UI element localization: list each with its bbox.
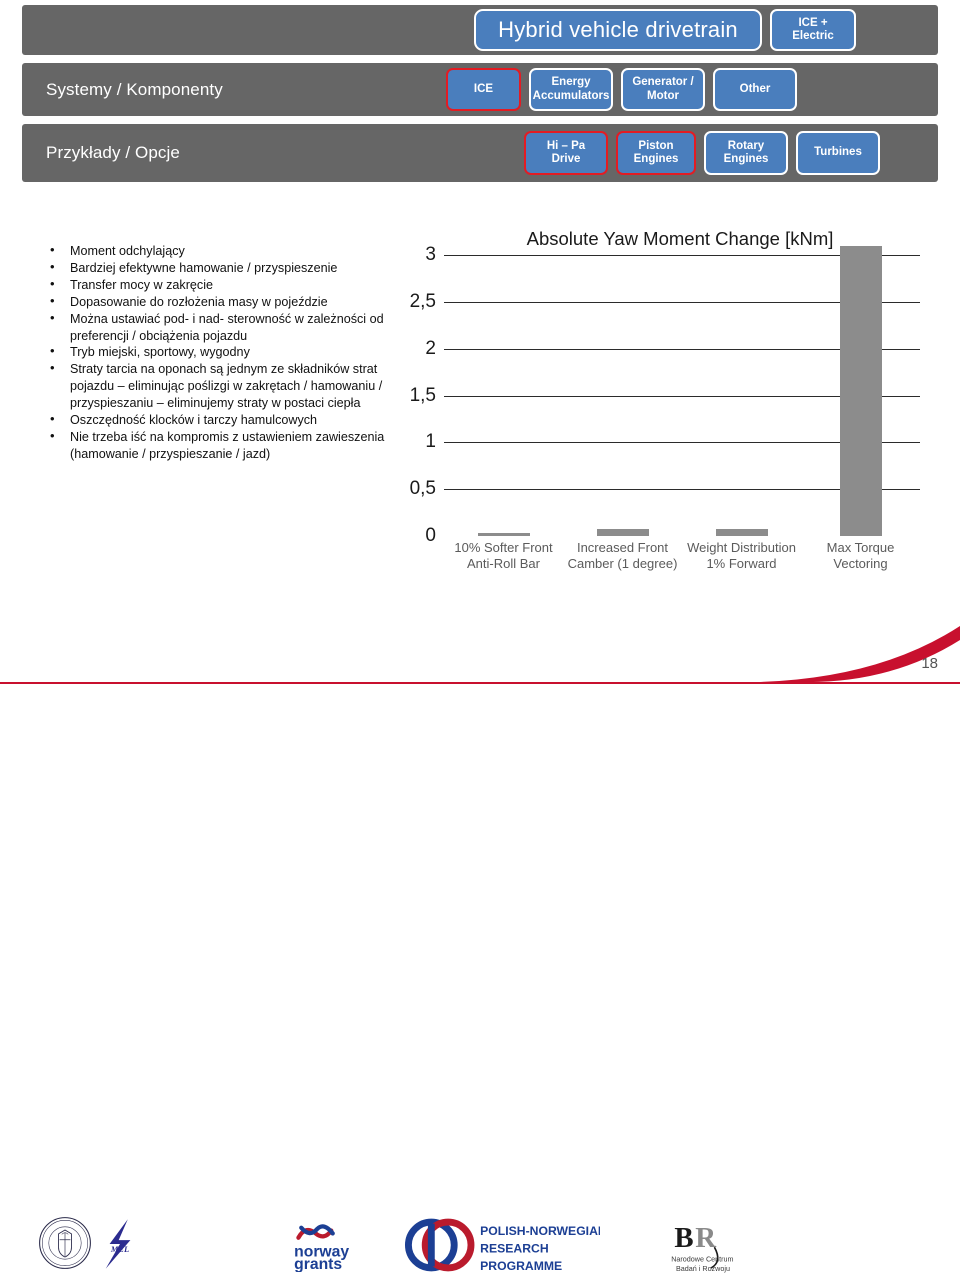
chip-other[interactable]: Other (713, 68, 797, 111)
university-seal-logo (39, 1217, 91, 1269)
chart-bar (839, 246, 882, 536)
bullet-item: Oszczędność klocków i tarczy hamulcowych (46, 411, 424, 429)
nav-row-2-label: Systemy / Komponenty (46, 79, 223, 99)
ncbr-mark-r: R (695, 1222, 717, 1254)
chart-x-label: Max Torque Vectoring (826, 540, 895, 571)
chip-ice-plus-electric-label: ICE + Electric (792, 16, 834, 42)
chip-rotary-engines-label: Rotary Engines (723, 139, 769, 165)
chart-plot-area: 3 2,5 2 1,5 1 0,5 0 (410, 244, 920, 546)
ncbr-mark-b: B (674, 1222, 693, 1254)
chart-y-tick-label: 1 (425, 431, 436, 453)
chart-x-axis-labels: 10% Softer Front Anti-Roll Bar Increased … (444, 540, 920, 572)
chart-x-label: 10% Softer Front Anti-Roll Bar (454, 540, 553, 571)
chart-y-tick-label: 1,5 (409, 384, 436, 406)
chart-x-label: Weight Distribution 1% Forward (687, 540, 796, 571)
chart-bar (477, 533, 530, 536)
bullet-item: Dopasowanie do rozłożenia masy w pojeźdz… (46, 293, 424, 311)
nav-row-drivetrain: Hybrid vehicle drivetrain ICE + Electric (22, 5, 938, 55)
ncbr-line2: Badań i Rozwoju (676, 1264, 730, 1273)
polish-norwegian-research-programme-logo: POLISH-NORWEGIAN RESEARCH PROGRAMME (404, 1218, 600, 1273)
nav-row-1-items: Hybrid vehicle drivetrain ICE + Electric (474, 5, 856, 55)
bullet-item: Transfer mocy w zakręcie (46, 276, 424, 294)
bullet-item: Nie trzeba iść na kompromis z ustawienie… (46, 428, 424, 463)
grants-text: grants (294, 1256, 342, 1272)
benefits-bullet-list: Moment odchylającyBardziej efektywne ham… (46, 242, 424, 463)
bullet-item: Można ustawiać pod- i nad- sterowność w … (46, 310, 424, 345)
chip-generator-motor[interactable]: Generator / Motor (621, 68, 705, 111)
chip-ice[interactable]: ICE (446, 68, 521, 111)
chip-ice-label: ICE (473, 82, 494, 95)
nav-row-2-items: ICE Energy Accumulators Generator / Moto… (446, 63, 797, 116)
chip-turbines[interactable]: Turbines (796, 131, 880, 175)
chip-generator-motor-label: Generator / Motor (632, 76, 694, 102)
chart-y-tick-label: 3 (425, 244, 436, 266)
chip-hi-pa-drive[interactable]: Hi – Pa Drive (524, 131, 608, 175)
nav-row-systems-components: Systemy / Komponenty ICE Energy Accumula… (22, 63, 938, 116)
chart-x-label: Increased Front Camber (1 degree) (567, 540, 678, 571)
chip-energy-accumulators-label: Energy Accumulators (532, 76, 610, 102)
mel-logo: MEL (105, 1219, 131, 1269)
chart-y-tick-label: 0,5 (409, 478, 436, 500)
ncbr-logo: B R Narodowe Centrum Badań i Rozwoju (671, 1222, 733, 1273)
chip-energy-accumulators[interactable]: Energy Accumulators (529, 68, 613, 111)
chart-y-tick-label: 0 (425, 525, 436, 546)
nav-row-3-items: Hi – Pa Drive Piston Engines Rotary Engi… (524, 124, 880, 182)
chip-piston-engines[interactable]: Piston Engines (616, 131, 696, 175)
pnrp-line2: RESEARCH (480, 1242, 548, 1256)
page-number: 18 (921, 655, 938, 672)
norway-grants-logo: norway grants (294, 1224, 349, 1272)
pnrp-line3: PROGRAMME (480, 1259, 562, 1273)
chart-gridline (444, 536, 920, 537)
ncbr-line1: Narodowe Centrum (671, 1255, 733, 1264)
nav-row-3-label: Przykłady / Opcje (46, 143, 180, 162)
chip-piston-engines-label: Piston Engines (633, 139, 679, 165)
nav-row-examples-options: Przykłady / Opcje Hi – Pa Drive Piston E… (22, 124, 938, 182)
chart-y-tick-label: 2 (425, 337, 436, 359)
pnrp-line1: POLISH-NORWEGIAN (480, 1224, 600, 1238)
footer-logo-strip: MEL norway grants POLISH-NORWEGIAN RESEA… (0, 608, 960, 1273)
bullet-item: Bardziej efektywne hamowanie / przyspies… (46, 259, 424, 277)
chart-bar (715, 528, 768, 536)
yaw-moment-chart: Absolute Yaw Moment Change [kNm] 3 2,5 2 1,… (404, 228, 956, 618)
bullet-item: Moment odchylający (46, 242, 424, 260)
chip-hi-pa-drive-label: Hi – Pa Drive (546, 139, 586, 165)
bullet-item: Tryb miejski, sportowy, wygodny (46, 343, 424, 361)
bullet-item: Straty tarcia na oponach są jednym ze sk… (46, 360, 424, 412)
chip-other-label: Other (739, 82, 771, 95)
chip-turbines-label: Turbines (814, 146, 862, 159)
chart-bar (596, 529, 649, 536)
chip-rotary-engines[interactable]: Rotary Engines (704, 131, 788, 175)
mel-logo-text: MEL (110, 1244, 129, 1254)
red-swoosh-decoration (0, 626, 960, 684)
chart-y-tick-label: 2,5 (409, 291, 436, 313)
chip-ice-plus-electric[interactable]: ICE + Electric (770, 9, 856, 51)
chip-hybrid-vehicle-drivetrain[interactable]: Hybrid vehicle drivetrain (474, 9, 762, 51)
